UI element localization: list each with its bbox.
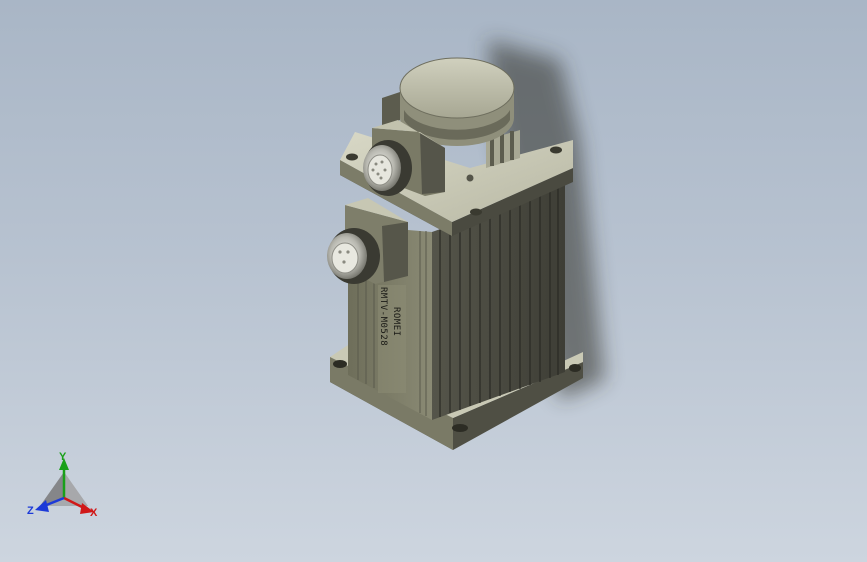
graphics-viewport[interactable]: ROMEI RMTV-M0528 Y X Z: [0, 0, 867, 562]
z-axis-label: Z: [27, 505, 34, 517]
axis-triad[interactable]: Y X Z: [27, 451, 98, 519]
model-number-text: RMTV-M0528: [378, 287, 388, 346]
power-connector: [327, 198, 408, 284]
motor-model[interactable]: ROMEI RMTV-M0528 Y X Z: [0, 0, 867, 562]
y-axis-label: Y: [59, 451, 67, 463]
brand-text: ROMEI: [391, 307, 401, 337]
x-axis-label: X: [90, 507, 98, 519]
